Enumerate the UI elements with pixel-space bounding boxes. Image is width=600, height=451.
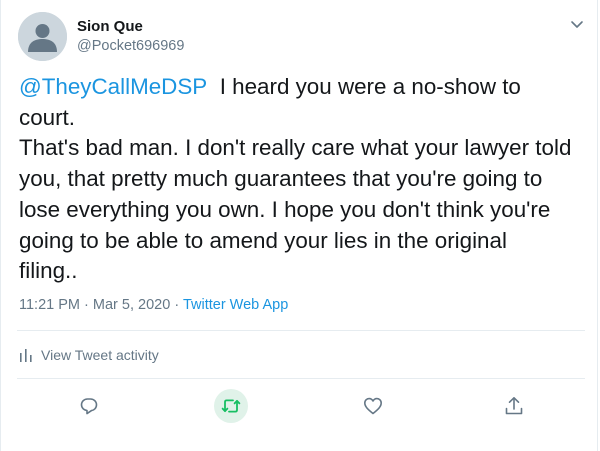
tweet-source-link[interactable]: Twitter Web App [183,297,288,313]
tweet-meta: 11:21 PM · Mar 5, 2020 · Twitter Web App [19,297,288,313]
share-icon [505,397,523,415]
more-options-button[interactable] [567,14,587,34]
default-profile-icon [18,12,67,61]
chevron-down-icon [571,21,583,28]
tweet-line: That's bad man. I don't really care what… [19,135,572,161]
tweet-line: going to be able to amend your lies in t… [19,227,507,253]
view-tweet-activity-label: View Tweet activity [41,347,159,363]
meta-separator: · [84,297,89,313]
like-button[interactable] [359,392,387,420]
heart-icon [364,397,382,415]
reply-button[interactable] [75,392,103,420]
avatar[interactable] [18,12,67,61]
mention-link[interactable]: @TheyCallMeDSP [19,74,207,99]
view-tweet-activity-link[interactable]: View Tweet activity [19,345,159,365]
tweet-line: lose everything you own. I hope you don'… [19,196,551,222]
display-name[interactable]: Sion Que [77,18,143,35]
tweet-text: @TheyCallMeDSP I heard you were a no-sho… [19,72,587,287]
retweet-button[interactable] [214,389,248,423]
tweet-time[interactable]: 11:21 PM [19,297,80,313]
user-handle[interactable]: @Pocket696969 [77,38,184,54]
share-button[interactable] [500,392,528,420]
retweet-icon [221,399,241,413]
tweet-date[interactable]: Mar 5, 2020 [93,297,170,313]
meta-separator: · [174,297,180,313]
tweet-line: you, that pretty much guarantees that yo… [19,166,543,192]
tweet-line: court. [19,104,75,130]
tweet-card: Sion Que @Pocket696969 @TheyCallMeDSP I … [0,0,598,451]
tweet-line: filing.. [19,258,78,284]
reply-icon [80,398,98,415]
tweet-line-text: I heard you were a no-show to [219,74,521,99]
bar-chart-icon [20,349,32,362]
divider [17,378,585,379]
divider [17,330,585,331]
tweet-line: @TheyCallMeDSP I heard you were a no-sho… [19,72,587,103]
